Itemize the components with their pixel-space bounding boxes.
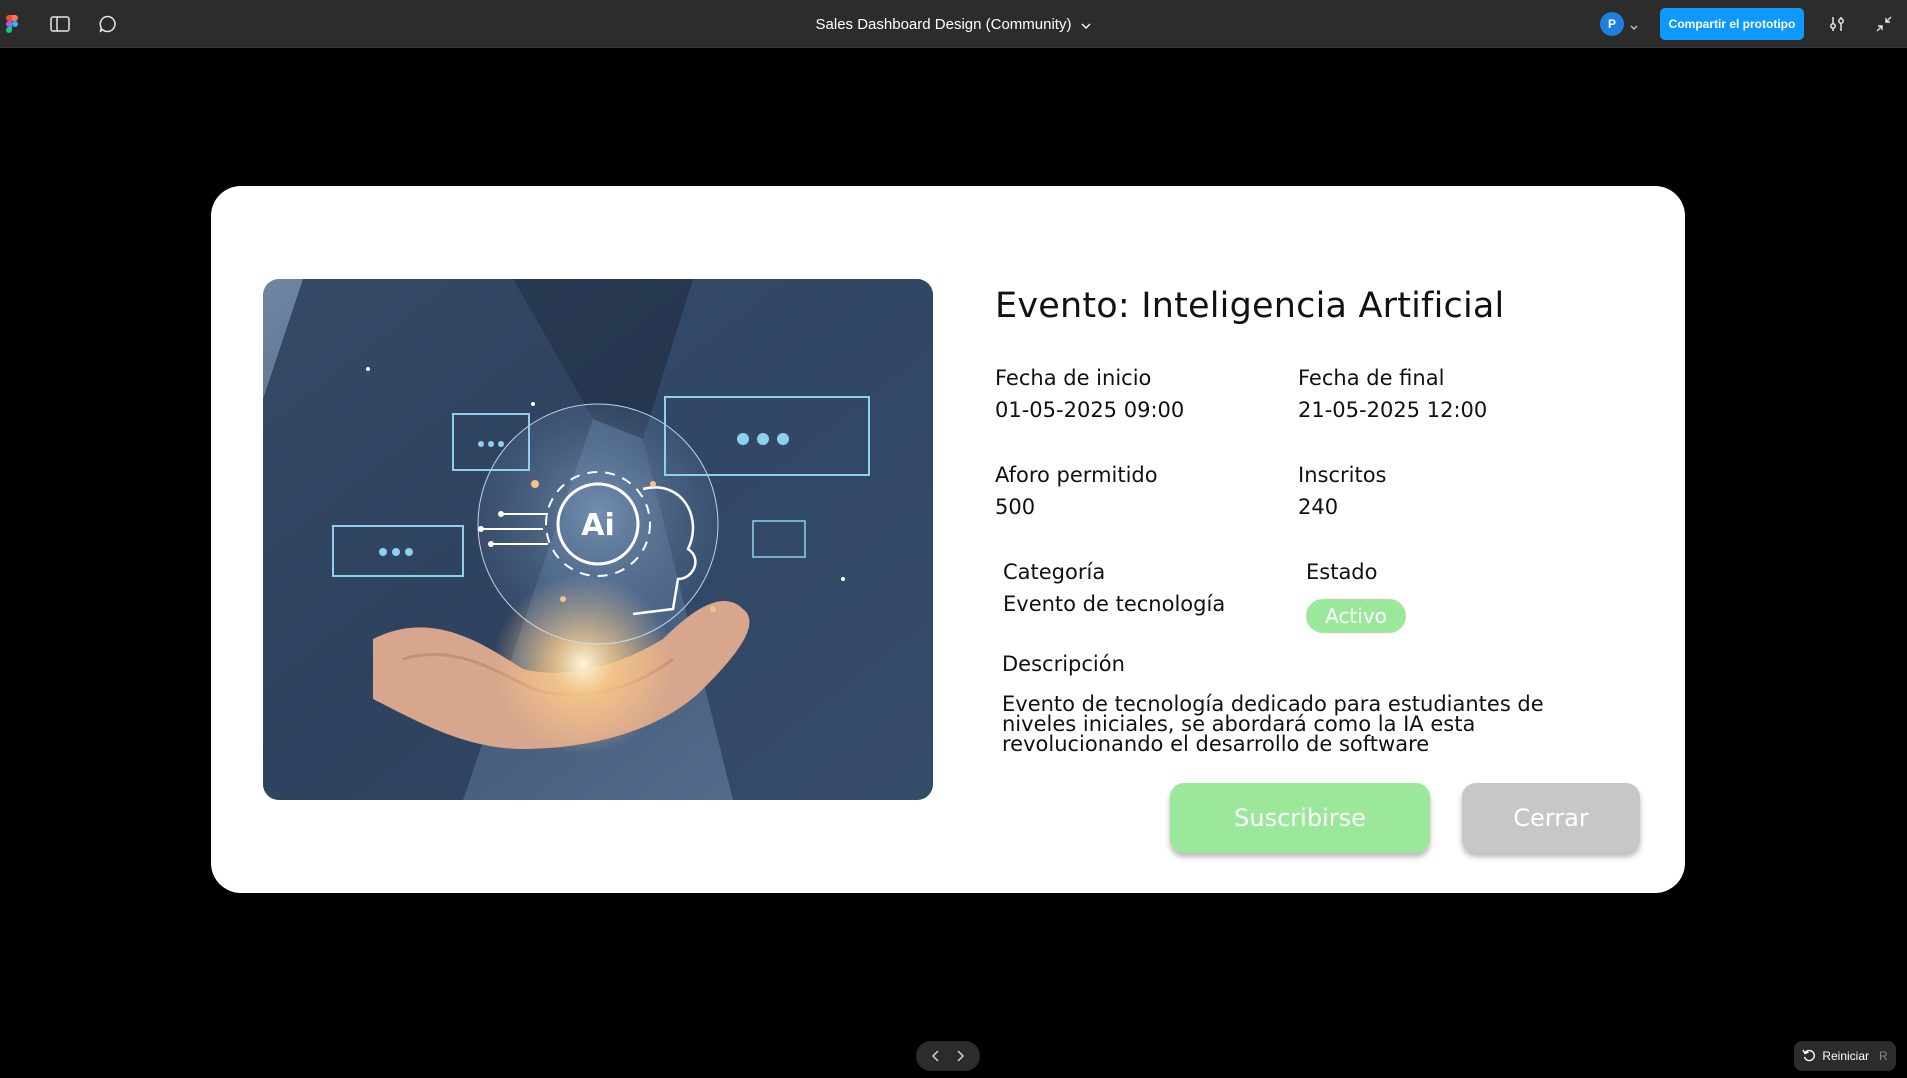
hero-image-text: Ai bbox=[581, 508, 615, 543]
file-title-button[interactable]: Sales Dashboard Design (Community) bbox=[816, 16, 1092, 33]
event-detail-card: Ai Evento: Inteligencia Artificial Fecha… bbox=[211, 186, 1685, 893]
restart-shortcut: R bbox=[1879, 1049, 1888, 1063]
capacity-label: Aforo permitido bbox=[995, 463, 1158, 487]
enrolled-label: Inscritos bbox=[1298, 463, 1387, 487]
status-badge: Activo bbox=[1306, 599, 1406, 633]
category-label: Categoría bbox=[1003, 560, 1106, 584]
chevron-down-icon bbox=[1081, 16, 1091, 33]
description-label: Descripción bbox=[1002, 652, 1125, 676]
avatar: P bbox=[1600, 12, 1624, 36]
description-text: Evento de tecnología dedicado para estud… bbox=[1002, 692, 1562, 756]
chevron-right-icon[interactable] bbox=[955, 1047, 965, 1066]
capacity-value: 500 bbox=[995, 495, 1036, 519]
chevron-down-icon bbox=[1630, 15, 1638, 34]
frame-pager bbox=[916, 1041, 980, 1071]
chevron-left-icon[interactable] bbox=[931, 1047, 941, 1066]
top-toolbar: Sales Dashboard Design (Community) P Com… bbox=[0, 0, 1907, 48]
status-label: Estado bbox=[1306, 560, 1378, 584]
user-menu[interactable]: P bbox=[1600, 10, 1652, 38]
start-date-label: Fecha de inicio bbox=[995, 366, 1152, 390]
description-line: revolucionando el desarrollo de software bbox=[1002, 732, 1430, 756]
subscribe-button[interactable]: Suscribirse bbox=[1170, 783, 1430, 853]
event-hero-image: Ai bbox=[263, 279, 933, 800]
end-date-label: Fecha de final bbox=[1298, 366, 1445, 390]
file-title: Sales Dashboard Design (Community) bbox=[815, 15, 1072, 33]
end-date-value: 21-05-2025 12:00 bbox=[1298, 398, 1488, 422]
event-title: Evento: Inteligencia Artificial bbox=[995, 286, 1505, 326]
sliders-settings-icon[interactable] bbox=[1826, 14, 1848, 34]
enrolled-value: 240 bbox=[1298, 495, 1339, 519]
restart-arrow-icon bbox=[1802, 1048, 1816, 1065]
restart-button[interactable]: Reiniciar R bbox=[1794, 1041, 1896, 1071]
description-line: Evento de tecnología dedicado para estud… bbox=[1002, 692, 1544, 716]
category-value: Evento de tecnología bbox=[1003, 592, 1226, 616]
collapse-arrows-icon[interactable] bbox=[1873, 14, 1895, 34]
share-prototype-button[interactable]: Compartir el prototipo bbox=[1660, 8, 1804, 40]
description-line: niveles iniciales, se abordará como la I… bbox=[1002, 712, 1476, 736]
restart-label: Reiniciar bbox=[1822, 1049, 1869, 1063]
figma-logo-icon[interactable] bbox=[6, 15, 18, 33]
sidebar-panel-icon[interactable] bbox=[49, 14, 71, 34]
comment-icon[interactable] bbox=[97, 14, 119, 34]
start-date-value: 01-05-2025 09:00 bbox=[995, 398, 1185, 422]
close-button[interactable]: Cerrar bbox=[1462, 783, 1640, 853]
